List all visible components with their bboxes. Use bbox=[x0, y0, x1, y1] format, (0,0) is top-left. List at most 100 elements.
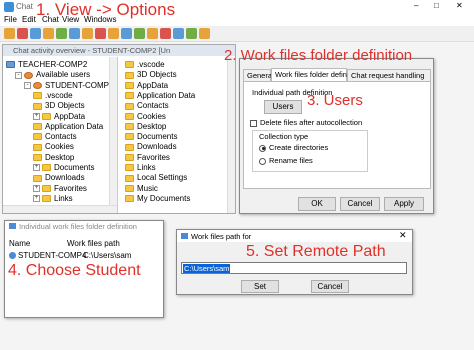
menu-edit[interactable]: Edit bbox=[22, 15, 36, 24]
maximize-button[interactable]: □ bbox=[434, 1, 439, 10]
tree-item-label: Cookies bbox=[45, 142, 74, 152]
toolbar-view-icon[interactable] bbox=[173, 28, 184, 39]
column-header-name[interactable]: Name bbox=[9, 239, 30, 248]
toolbar bbox=[0, 26, 474, 42]
folder-icon bbox=[33, 174, 42, 182]
tree-item[interactable]: Application Data bbox=[33, 122, 103, 131]
tree-item[interactable]: 3D Objects bbox=[33, 101, 85, 110]
path-input[interactable]: C:\Users\sam bbox=[181, 262, 407, 274]
tree-item[interactable]: - Available users bbox=[15, 70, 90, 79]
tree-item[interactable]: + AppData bbox=[33, 112, 85, 121]
delete-files-checkbox[interactable]: Delete files after autocollection bbox=[250, 118, 362, 127]
tree-item[interactable]: TEACHER-COMP2 bbox=[6, 60, 87, 69]
row-student-name: STUDENT-COMP4 bbox=[18, 251, 87, 260]
list-item-label: 3D Objects bbox=[137, 70, 177, 80]
set-button[interactable]: Set bbox=[241, 280, 279, 293]
list-vertical-scrollbar[interactable] bbox=[227, 57, 235, 213]
list-item[interactable]: My Documents bbox=[125, 194, 190, 203]
path-cancel-button[interactable]: Cancel bbox=[311, 280, 349, 293]
ok-button[interactable]: OK bbox=[298, 197, 336, 211]
expand-icon[interactable]: + bbox=[33, 164, 40, 172]
list-item[interactable]: Local Settings bbox=[125, 173, 187, 182]
folder-icon bbox=[125, 164, 134, 172]
tree-item[interactable]: + Links bbox=[33, 194, 73, 203]
toolbar-open-icon[interactable] bbox=[4, 28, 15, 39]
close-button[interactable]: ✕ bbox=[456, 1, 463, 10]
activity-overview-title: Chat activity overview - STUDENT-COMP2 [… bbox=[3, 45, 235, 56]
column-header-path[interactable]: Work files path bbox=[67, 239, 120, 248]
toolbar-files-icon[interactable] bbox=[147, 28, 158, 39]
collapse-icon[interactable]: - bbox=[15, 71, 22, 79]
individual-definition-title: Individual work files folder definition bbox=[19, 222, 137, 231]
toolbar-about-icon[interactable] bbox=[199, 28, 210, 39]
toolbar-help-icon[interactable] bbox=[186, 28, 197, 39]
folder-icon bbox=[125, 81, 134, 89]
toolbar-distribute-icon[interactable] bbox=[108, 28, 119, 39]
radio-unselected-icon[interactable] bbox=[259, 157, 266, 165]
collapse-icon[interactable]: - bbox=[24, 81, 31, 89]
expand-icon[interactable]: + bbox=[33, 195, 40, 203]
tree-item[interactable]: Downloads bbox=[33, 173, 85, 182]
create-directories-radio[interactable]: Create directories bbox=[259, 143, 328, 152]
tree-item-label: Application Data bbox=[45, 121, 104, 131]
delete-files-label: Delete files after autocollection bbox=[260, 118, 363, 127]
expand-icon[interactable]: + bbox=[33, 112, 40, 120]
tree-item[interactable]: Desktop bbox=[33, 153, 74, 162]
list-item[interactable]: AppData bbox=[125, 81, 168, 90]
tree-item[interactable]: Contacts bbox=[33, 132, 77, 141]
apply-button[interactable]: Apply bbox=[384, 197, 424, 211]
menu-file[interactable]: File bbox=[4, 15, 17, 24]
tab-general[interactable]: General bbox=[243, 69, 274, 81]
list-item[interactable]: Cookies bbox=[125, 112, 166, 121]
tab-work-files-folder[interactable]: Work files folder definition bbox=[271, 68, 361, 81]
minimize-button[interactable]: – bbox=[414, 1, 418, 10]
tree-item-label: Links bbox=[54, 193, 73, 203]
list-item[interactable]: Music bbox=[125, 184, 158, 193]
toolbar-delete-icon[interactable] bbox=[160, 28, 171, 39]
tree-item[interactable]: + Documents bbox=[33, 163, 94, 172]
folder-icon bbox=[125, 184, 134, 192]
list-item[interactable]: Contacts bbox=[125, 101, 169, 110]
toolbar-settings-icon[interactable] bbox=[121, 28, 132, 39]
toolbar-users-icon[interactable] bbox=[134, 28, 145, 39]
list-item-label: Downloads bbox=[137, 142, 177, 152]
list-item[interactable]: Documents bbox=[125, 132, 177, 141]
toolbar-collect-icon[interactable] bbox=[95, 28, 106, 39]
rename-files-radio[interactable]: Rename files bbox=[259, 156, 313, 165]
list-item[interactable]: Downloads bbox=[125, 142, 177, 151]
individual-definition-titlebar: Individual work files folder definition bbox=[5, 221, 163, 232]
folder-icon bbox=[125, 195, 134, 203]
tree-item[interactable]: Cookies bbox=[33, 142, 74, 151]
list-item-label: Application Data bbox=[137, 90, 196, 100]
users-button[interactable]: Users bbox=[264, 100, 302, 114]
list-item[interactable]: 3D Objects bbox=[125, 70, 177, 79]
tree-vertical-scrollbar[interactable] bbox=[109, 57, 117, 205]
list-item[interactable]: Desktop bbox=[125, 122, 166, 131]
toolbar-send-icon[interactable] bbox=[82, 28, 93, 39]
list-item[interactable]: Favorites bbox=[125, 153, 170, 162]
list-item-label: Favorites bbox=[137, 152, 170, 162]
options-cancel-button[interactable]: Cancel bbox=[340, 197, 380, 211]
toolbar-refresh-icon[interactable] bbox=[30, 28, 41, 39]
tree-item[interactable]: .vscode bbox=[33, 91, 73, 100]
radio-selected-icon[interactable] bbox=[259, 144, 266, 152]
toolbar-folder-icon[interactable] bbox=[43, 28, 54, 39]
tree-item[interactable]: - STUDENT-COMP4 [Unk bbox=[24, 81, 117, 90]
window-controls: – □ ✕ bbox=[410, 1, 472, 13]
tab-chat-request-handling[interactable]: Chat request handling bbox=[347, 69, 431, 81]
tree-horizontal-scrollbar[interactable] bbox=[3, 205, 117, 213]
list-item[interactable]: Links bbox=[125, 163, 156, 172]
delete-files-check-icon[interactable] bbox=[250, 119, 257, 127]
close-icon[interactable]: ✕ bbox=[399, 230, 407, 241]
tree-item[interactable]: + Favorites bbox=[33, 184, 87, 193]
toolbar-user-icon[interactable] bbox=[56, 28, 67, 39]
options-tabs: General Work files folder definition Cha… bbox=[243, 68, 431, 81]
list-item[interactable]: .vscode bbox=[125, 60, 165, 69]
folder-icon bbox=[125, 71, 134, 79]
toolbar-stop-icon[interactable] bbox=[17, 28, 28, 39]
list-item[interactable]: Application Data bbox=[125, 91, 195, 100]
users-icon bbox=[24, 71, 33, 79]
toolbar-chat-icon[interactable] bbox=[69, 28, 80, 39]
expand-icon[interactable]: + bbox=[33, 184, 40, 192]
folder-icon bbox=[125, 102, 134, 110]
